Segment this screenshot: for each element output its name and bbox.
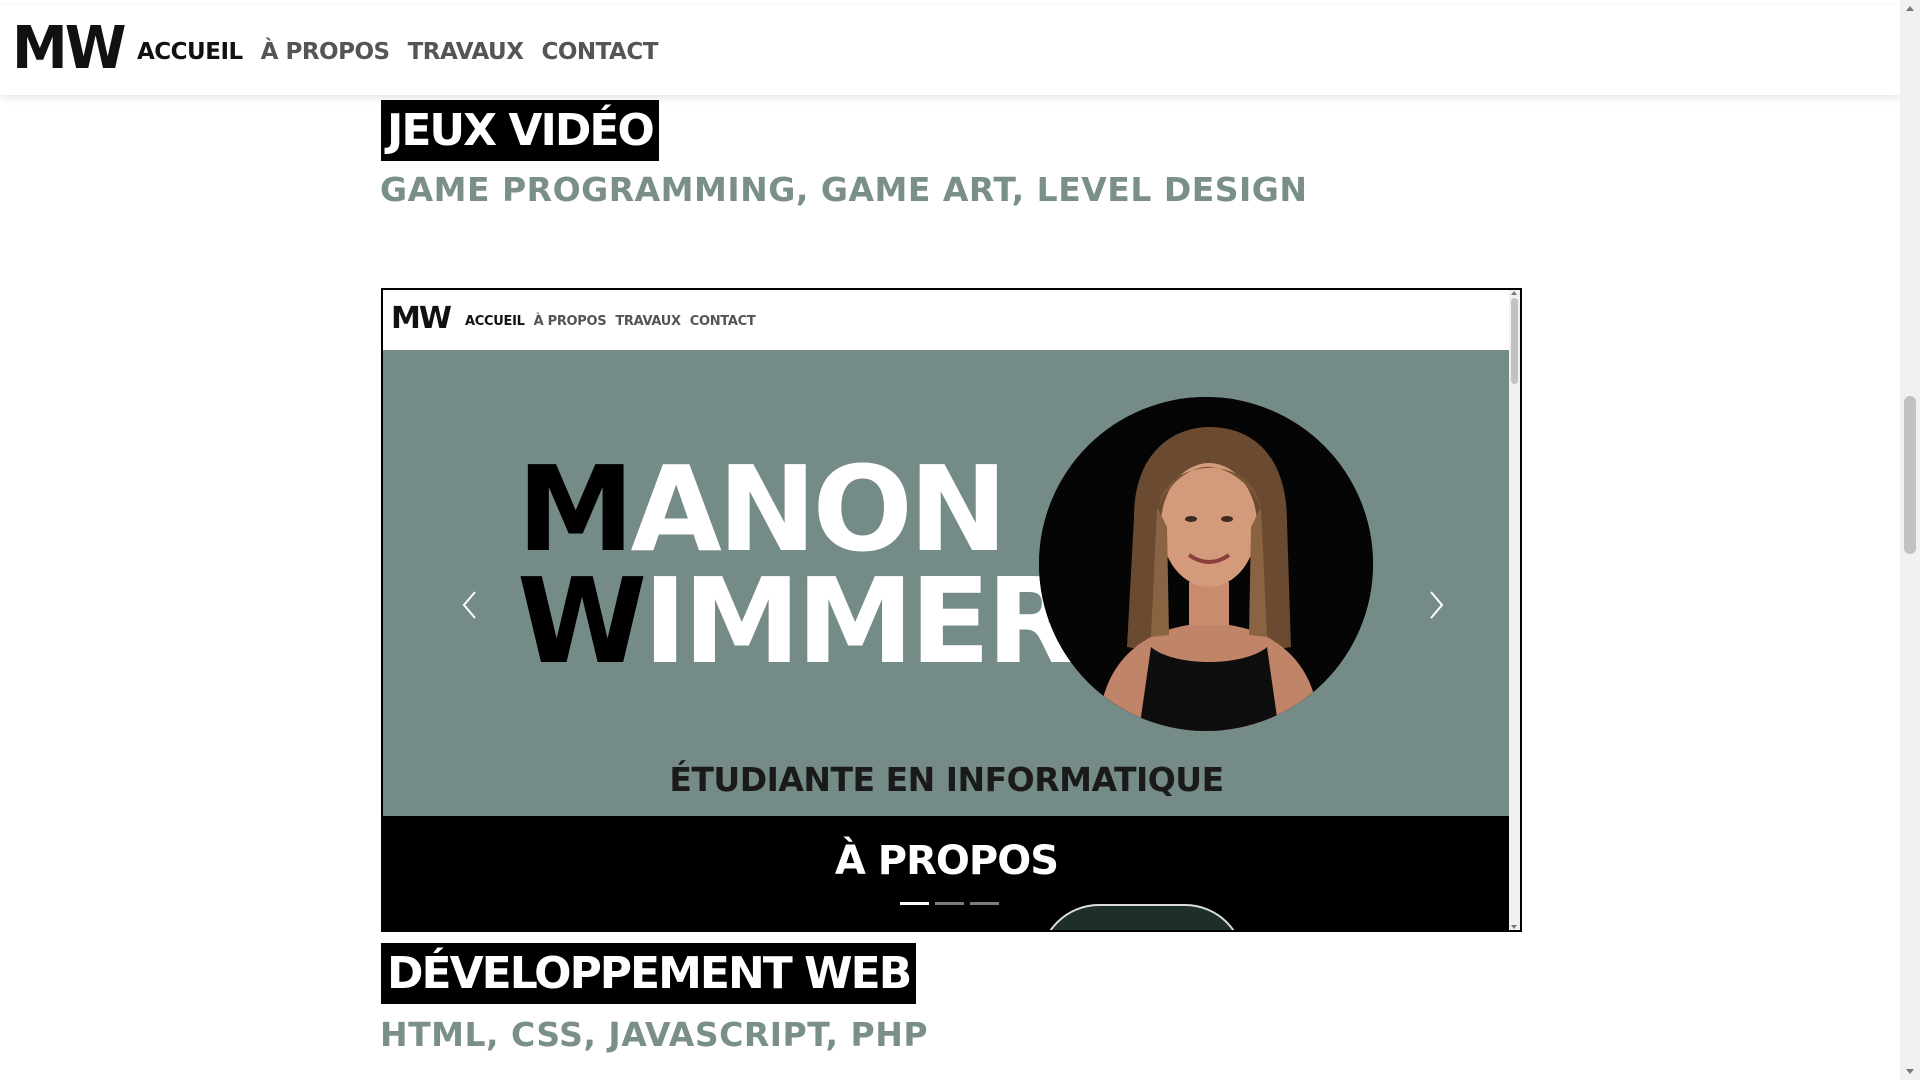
hero-last-rest: IMMER <box>643 552 1077 690</box>
preview-scrollbar-thumb[interactable] <box>1511 298 1518 384</box>
hero-subtitle: ÉTUDIANTE EN INFORMATIQUE <box>669 760 1224 799</box>
section-subtitle-developpement-web: HTML, CSS, JAVASCRIPT, PHP <box>380 1015 929 1054</box>
preview-about-section: À PROPOS <box>383 816 1510 930</box>
scroll-down-icon[interactable] <box>1906 1069 1914 1074</box>
profile-photo-illustration <box>1039 397 1373 731</box>
preview-navigation: MW ACCUEIL À PROPOS TRAVAUX CONTACT <box>383 290 1510 350</box>
nav-link-contact[interactable]: CONTACT <box>541 41 658 64</box>
page-scrollbar-thumb[interactable] <box>1904 396 1916 554</box>
carousel-indicator-3[interactable] <box>970 902 999 905</box>
scroll-up-icon[interactable] <box>1906 6 1914 11</box>
page: MW ACCUEIL À PROPOS TRAVAUX CONTACT JEUX… <box>0 0 1900 1080</box>
top-navigation: MW ACCUEIL À PROPOS TRAVAUX CONTACT <box>0 5 1900 95</box>
preview-nav-accueil[interactable]: ACCUEIL <box>465 314 525 329</box>
preview-nav-contact[interactable]: CONTACT <box>690 314 756 329</box>
nav-link-a-propos[interactable]: À PROPOS <box>261 41 390 64</box>
chevron-left-icon[interactable] <box>459 588 481 622</box>
carousel-indicator-2[interactable] <box>935 902 964 905</box>
website-preview-frame[interactable]: MW ACCUEIL À PROPOS TRAVAUX CONTACT MANO… <box>381 288 1522 932</box>
preview-logo[interactable]: MW <box>391 304 452 334</box>
preview-nav-travaux[interactable]: TRAVAUX <box>615 314 681 329</box>
site-logo[interactable]: MW <box>12 19 126 79</box>
profile-photo <box>1039 397 1373 731</box>
preview-scrollbar[interactable] <box>1509 290 1520 930</box>
main-nav: ACCUEIL À PROPOS TRAVAUX CONTACT <box>137 41 658 64</box>
preview-scroll-up-icon[interactable] <box>1511 291 1517 295</box>
preview-about-title: À PROPOS <box>834 838 1059 884</box>
about-photo-partial <box>1039 904 1245 930</box>
section-subtitle-jeux-video: GAME PROGRAMMING, GAME ART, LEVEL DESIGN <box>380 170 1308 209</box>
nav-link-accueil[interactable]: ACCUEIL <box>137 41 243 64</box>
chevron-right-icon[interactable] <box>1425 588 1447 622</box>
carousel-indicator-1[interactable] <box>900 902 929 905</box>
hero-last-initial: W <box>517 552 647 690</box>
page-scrollbar[interactable] <box>1900 0 1920 1080</box>
section-title-jeux-video: JEUX VIDÉO <box>381 100 659 161</box>
section-title-developpement-web: DÉVELOPPEMENT WEB <box>381 943 917 1004</box>
hero-first-name: MANON <box>517 450 1008 568</box>
carousel-indicators <box>900 902 999 905</box>
preview-nav-links: ACCUEIL À PROPOS TRAVAUX CONTACT <box>465 314 756 329</box>
preview-scroll-down-icon[interactable] <box>1511 925 1517 929</box>
nav-link-travaux[interactable]: TRAVAUX <box>408 41 524 64</box>
hero-last-name: WIMMER <box>517 562 1077 680</box>
preview-hero-carousel: MANON WIMMER ÉTUDIANTE EN INFORMATIQUE <box>383 350 1510 816</box>
preview-nav-a-propos[interactable]: À PROPOS <box>534 314 607 329</box>
